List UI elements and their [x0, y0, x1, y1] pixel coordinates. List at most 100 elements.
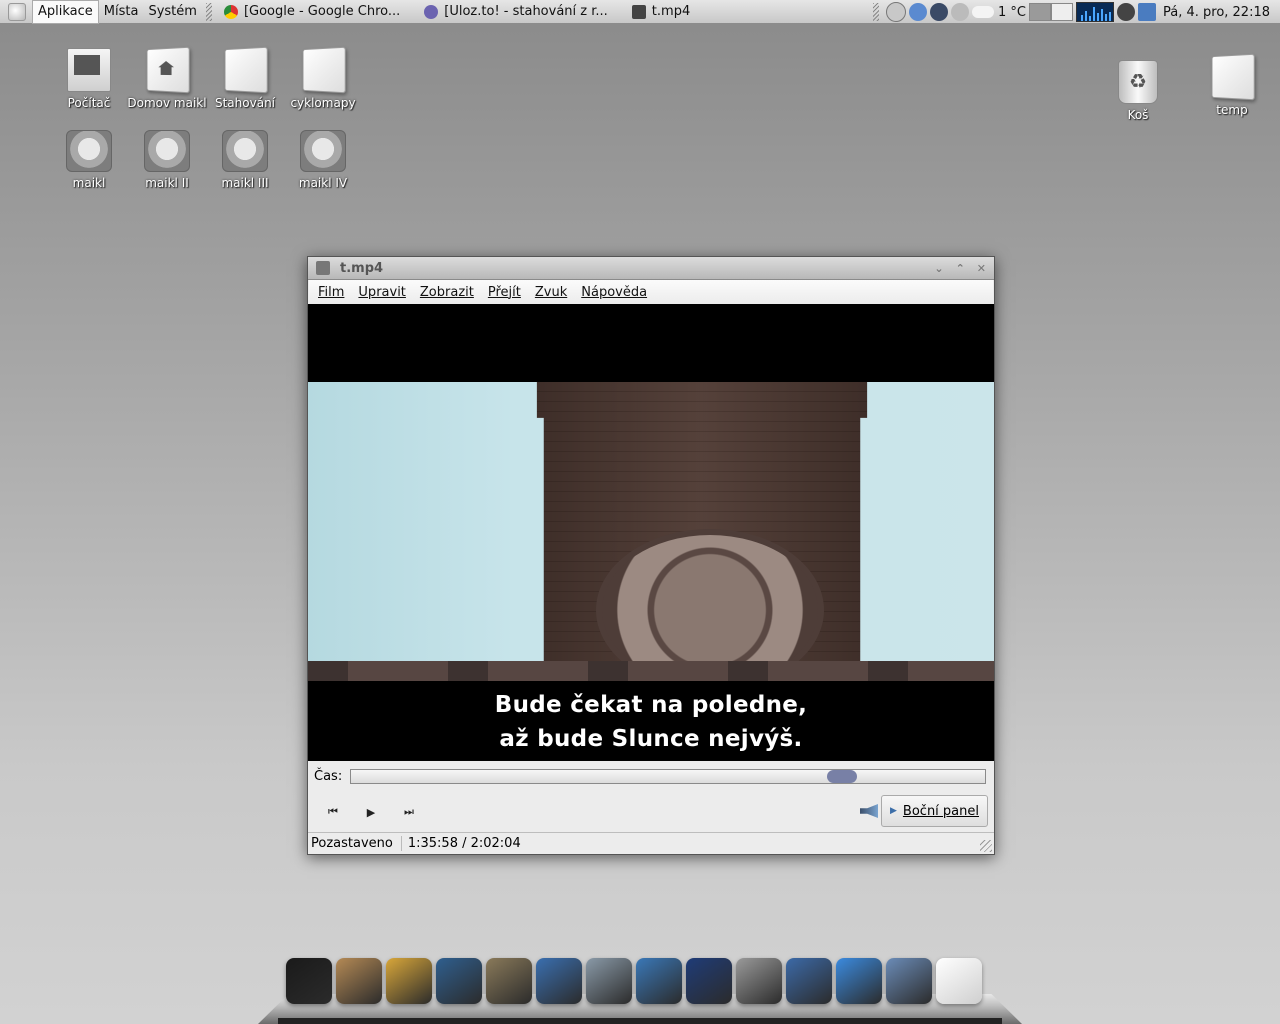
- gear-icon[interactable]: [1116, 3, 1135, 21]
- triangle-right-icon: ▶: [890, 806, 897, 816]
- system-tray: 1 °C Pá, 4. pro, 22:18: [869, 0, 1280, 24]
- drive-icon: [144, 130, 190, 172]
- drive-icon: [222, 130, 268, 172]
- wolf-icon[interactable]: [636, 958, 682, 1004]
- weather-temperature: 1 °C: [998, 4, 1026, 20]
- folder-icon: [224, 46, 268, 94]
- panel-handle[interactable]: [205, 2, 212, 21]
- menu-view[interactable]: Zobrazit: [413, 285, 481, 300]
- desktop-icon-drive-maikl[interactable]: maikl: [47, 130, 131, 190]
- menu-sound[interactable]: Zvuk: [528, 285, 574, 300]
- system-monitor-graph[interactable]: [1075, 2, 1114, 22]
- trash-icon: [1118, 60, 1158, 104]
- terminal-icon[interactable]: [286, 958, 332, 1004]
- maximize-icon[interactable]: ⌃: [956, 262, 965, 275]
- close-icon[interactable]: ✕: [977, 262, 986, 275]
- desktop-icon-label: maikl IV: [298, 176, 348, 190]
- text-editor-icon[interactable]: [386, 958, 432, 1004]
- video-chat-icon[interactable]: [836, 958, 882, 1004]
- playback-controls: ⏮ ▶ ⏭ ▶ Boční panel: [308, 793, 994, 831]
- menu-go[interactable]: Přejít: [481, 285, 528, 300]
- seek-slider[interactable]: [350, 768, 986, 784]
- desktop-icon-label: maikl III: [221, 176, 269, 190]
- resize-grip[interactable]: [980, 840, 992, 852]
- video-frame: [308, 382, 994, 681]
- volume-icon[interactable]: [860, 804, 878, 818]
- taskbar-item-label: t.mp4: [651, 4, 691, 19]
- desktop-icon-cyklomapy[interactable]: cyklomapy: [281, 46, 365, 110]
- previous-button[interactable]: ⏮: [320, 801, 346, 823]
- taskbar-item-label: [Google - Google Chro...: [243, 4, 401, 19]
- desktop-icon-drive-maikl-iv[interactable]: maikl IV: [281, 130, 365, 190]
- skip-back-icon: ⏮: [328, 805, 338, 818]
- folder-icon[interactable]: [936, 958, 982, 1004]
- video-player-window: t.mp4 ⌄ ⌃ ✕ Film Upravit Zobrazit Přejít…: [307, 256, 995, 855]
- menu-applications[interactable]: Aplikace: [32, 0, 99, 24]
- drive-icon: [300, 130, 346, 172]
- desktop-icon-computer[interactable]: Počítač: [47, 48, 131, 110]
- video-area[interactable]: Bude čekat na poledne, až bude Slunce ne…: [308, 304, 994, 761]
- panel-clock[interactable]: Pá, 4. pro, 22:18: [1163, 5, 1270, 20]
- clock-app-icon[interactable]: [909, 3, 927, 21]
- tower-clock-image: [596, 529, 824, 681]
- network-icon[interactable]: [951, 3, 969, 21]
- menu-system[interactable]: Systém: [143, 1, 201, 23]
- menu-places[interactable]: Místa: [99, 1, 144, 23]
- seek-slider-handle[interactable]: [826, 769, 857, 783]
- desktop-icon-label: Stahování: [214, 96, 276, 110]
- desktop-icon-label: Počítač: [67, 96, 111, 110]
- weather-applet[interactable]: 1 °C: [972, 5, 1026, 20]
- desktop-icon-trash[interactable]: Koš: [1096, 60, 1180, 122]
- distro-logo-icon[interactable]: [8, 2, 26, 21]
- desktop-icon-label: Koš: [1127, 108, 1149, 122]
- satellite-icon[interactable]: [586, 958, 632, 1004]
- top-panel: Aplikace Místa Systém [Google - Google C…: [0, 0, 1280, 24]
- system-monitor-icon[interactable]: [436, 958, 482, 1004]
- desktop-icon-drive-maikl-ii[interactable]: maikl II: [125, 130, 209, 190]
- gimp-icon[interactable]: [486, 958, 532, 1004]
- network-manager-icon[interactable]: [1137, 3, 1156, 21]
- desktop-icon-label: Domov maikl: [127, 96, 207, 110]
- play-button[interactable]: ▶: [358, 801, 384, 823]
- chrome-icon: [223, 4, 238, 19]
- mail-stamp-icon[interactable]: [886, 958, 932, 1004]
- subtitles: Bude čekat na poledne, až bude Slunce ne…: [308, 688, 994, 756]
- security-icon[interactable]: [930, 3, 948, 21]
- globe-icon[interactable]: [736, 958, 782, 1004]
- computer-icon: [67, 48, 111, 92]
- tray-handle[interactable]: [873, 3, 879, 21]
- taskbar-item-video[interactable]: t.mp4: [624, 1, 698, 23]
- desktop-icon-home[interactable]: Domov maikl: [125, 46, 209, 110]
- next-button[interactable]: ⏭: [396, 801, 422, 823]
- clapperboard-icon[interactable]: [686, 958, 732, 1004]
- user-icon[interactable]: [886, 2, 906, 22]
- workspace-switcher[interactable]: [1028, 3, 1073, 21]
- menu-film[interactable]: Film: [311, 285, 351, 300]
- desktop-icon-temp[interactable]: temp: [1190, 53, 1274, 117]
- desktop-icon-downloads[interactable]: Stahování: [203, 46, 287, 110]
- workspace-1[interactable]: [1028, 3, 1051, 21]
- skip-forward-icon: ⏭: [404, 805, 414, 818]
- desktop-icon-label: maikl II: [145, 176, 189, 190]
- sidebar-toggle-button[interactable]: ▶ Boční panel: [881, 795, 988, 827]
- desktop-icon-label: cyklomapy: [290, 96, 356, 110]
- menu-help[interactable]: Nápověda: [574, 285, 654, 300]
- desktop-icon-label: maikl: [72, 176, 106, 190]
- desktop-icon-drive-maikl-iii[interactable]: maikl III: [203, 130, 287, 190]
- taskbar-item-chrome[interactable]: [Google - Google Chro...: [216, 1, 408, 23]
- taskbar-item-ulozto[interactable]: [Uloz.to! - stahování z r...: [416, 1, 616, 23]
- floppy-icon[interactable]: [536, 958, 582, 1004]
- film-icon: [316, 261, 330, 275]
- drive-icon: [66, 130, 112, 172]
- window-titlebar[interactable]: t.mp4 ⌄ ⌃ ✕: [308, 257, 994, 280]
- playback-time: 1:35:58 / 2:02:04: [407, 836, 521, 851]
- time-label: Čas:: [314, 768, 343, 784]
- subtitle-line: Bude čekat na poledne,: [494, 692, 808, 718]
- cloud-icon: [972, 6, 994, 18]
- play-icon: ▶: [366, 805, 376, 819]
- package-icon[interactable]: [336, 958, 382, 1004]
- menu-edit[interactable]: Upravit: [351, 285, 412, 300]
- workspace-2[interactable]: [1050, 3, 1073, 21]
- minimize-icon[interactable]: ⌄: [934, 262, 943, 275]
- sphere-icon[interactable]: [786, 958, 832, 1004]
